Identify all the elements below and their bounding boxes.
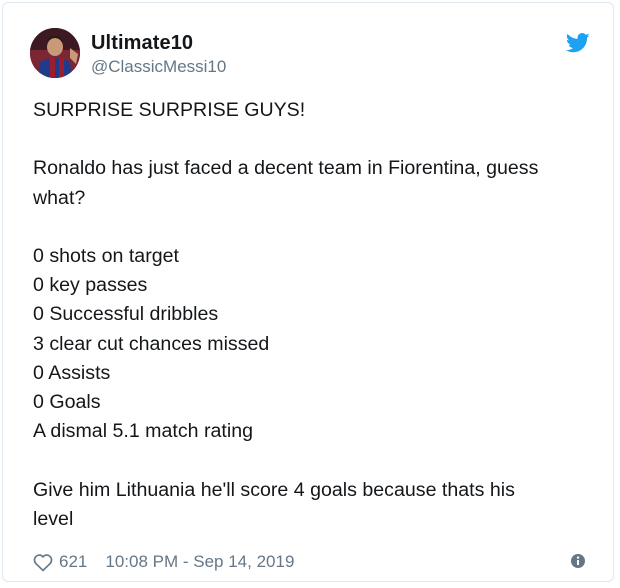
tweet-line: what?	[33, 186, 86, 209]
like-count: 621	[59, 552, 88, 571]
tweet-line: 0 shots on target	[33, 244, 179, 267]
avatar[interactable]	[30, 28, 80, 78]
tweet-line-spacer	[33, 125, 588, 154]
like-button[interactable]: 621	[33, 552, 87, 572]
tweet-line: 0 Goals	[33, 391, 101, 413]
tweet-timestamp[interactable]: 10:08 PM - Sep 14, 2019	[105, 552, 294, 572]
info-circle-icon[interactable]	[570, 553, 586, 569]
tweet-line: level	[33, 507, 74, 530]
tweet-line: 0 Assists	[33, 361, 111, 384]
tweet-line-spacer	[33, 446, 588, 475]
tweet-line: SURPRISE SURPRISE GUYS!	[33, 99, 306, 121]
tweet-text: SURPRISE SURPRISE GUYS! Ronaldo has just…	[33, 96, 588, 534]
tweet-line: Give him Lithuania he'll score 4 goals b…	[33, 478, 515, 501]
avatar-image	[30, 28, 80, 78]
tweet-line: A dismal 5.1 match rating	[33, 420, 253, 443]
twitter-bird-icon[interactable]	[565, 33, 590, 53]
tweet-line-spacer	[33, 213, 588, 242]
tweet-line: 0 Successful dribbles	[33, 303, 219, 326]
heart-outline-icon	[33, 553, 53, 572]
tweet-footer: 621 10:08 PM - Sep 14, 2019	[33, 549, 294, 575]
tweet-line: 3 clear cut chances missed	[33, 332, 270, 355]
tweet-line: 0 key passes	[33, 274, 148, 297]
tweet-card: Ultimate10 @ClassicMessi10 SURPRISE SURP…	[2, 2, 614, 582]
user-handle[interactable]: @ClassicMessi10	[91, 57, 226, 77]
display-name[interactable]: Ultimate10	[91, 32, 193, 55]
tweet-line: Ronaldo has just faced a decent team in …	[33, 157, 539, 180]
